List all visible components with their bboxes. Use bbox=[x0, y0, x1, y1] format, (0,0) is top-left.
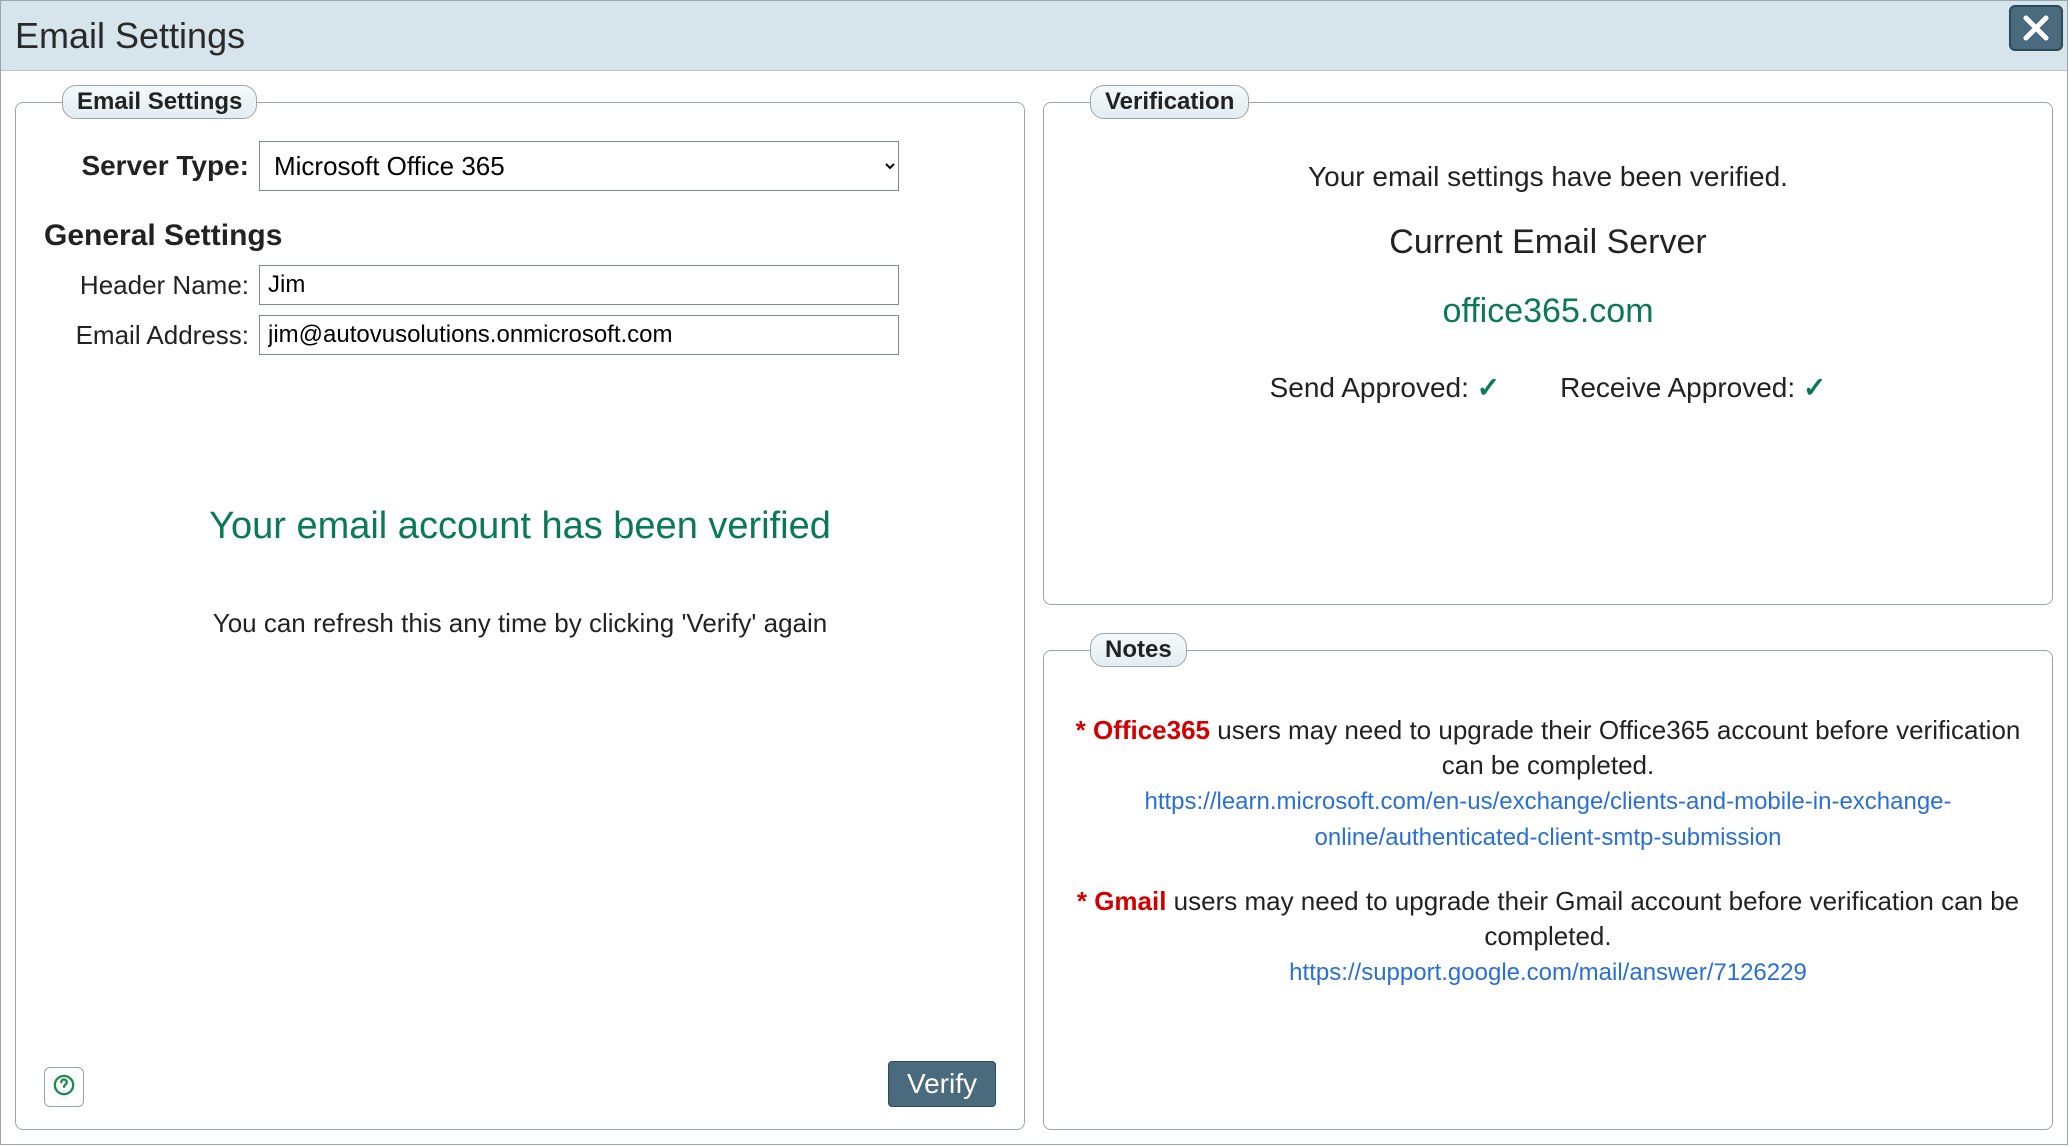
general-settings-heading: General Settings bbox=[44, 219, 996, 253]
note-gmail: * Gmail users may need to upgrade their … bbox=[1072, 884, 2024, 990]
server-type-select[interactable]: Microsoft Office 365 bbox=[259, 141, 899, 191]
note-link-office365[interactable]: https://learn.microsoft.com/en-us/exchan… bbox=[1144, 788, 1951, 850]
help-button[interactable] bbox=[44, 1067, 84, 1107]
verification-checks: Send Approved: ✓ Receive Approved: ✓ bbox=[1072, 371, 2024, 404]
email-settings-panel: Email Settings Server Type: Microsoft Of… bbox=[15, 85, 1025, 1130]
email-address-row: Email Address: bbox=[44, 315, 996, 355]
note-text: users may need to upgrade their Office36… bbox=[1210, 715, 2020, 780]
verification-panel: Verification Your email settings have be… bbox=[1043, 85, 2053, 605]
current-server-heading: Current Email Server bbox=[1072, 223, 2024, 262]
note-star: * bbox=[1077, 886, 1094, 916]
note-link-gmail[interactable]: https://support.google.com/mail/answer/7… bbox=[1289, 959, 1807, 986]
current-server-value: office365.com bbox=[1072, 292, 2024, 331]
email-settings-dialog: Email Settings Email Settings Server Typ… bbox=[0, 0, 2068, 1145]
header-name-row: Header Name: bbox=[44, 265, 996, 305]
titlebar: Email Settings bbox=[1, 1, 2067, 71]
server-type-row: Server Type: Microsoft Office 365 bbox=[44, 141, 996, 191]
check-icon: ✓ bbox=[1477, 372, 1500, 403]
receive-approved: Receive Approved: ✓ bbox=[1560, 371, 1826, 404]
server-type-label: Server Type: bbox=[44, 150, 259, 182]
note-office365: * Office365 users may need to upgrade th… bbox=[1072, 713, 2024, 854]
notes-legend: Notes bbox=[1090, 633, 1187, 667]
email-address-label: Email Address: bbox=[44, 320, 259, 351]
account-verified-message: Your email account has been verified bbox=[44, 505, 996, 548]
verification-legend: Verification bbox=[1090, 85, 1249, 119]
verify-button[interactable]: Verify bbox=[888, 1061, 996, 1107]
left-bottom-bar: Verify bbox=[44, 1051, 996, 1107]
email-address-input[interactable] bbox=[259, 315, 899, 355]
note-star: * bbox=[1076, 715, 1093, 745]
left-column: Email Settings Server Type: Microsoft Of… bbox=[15, 85, 1025, 1130]
dialog-body: Email Settings Server Type: Microsoft Of… bbox=[1, 71, 2067, 1144]
note-provider: Gmail bbox=[1094, 886, 1166, 916]
close-button[interactable] bbox=[2009, 5, 2063, 51]
account-verified-hint: You can refresh this any time by clickin… bbox=[44, 608, 996, 639]
notes-panel: Notes * Office365 users may need to upgr… bbox=[1043, 633, 2053, 1130]
verified-block: Your email account has been verified You… bbox=[44, 505, 996, 639]
verification-status-message: Your email settings have been verified. bbox=[1072, 161, 2024, 193]
note-text: users may need to upgrade their Gmail ac… bbox=[1166, 886, 2019, 951]
header-name-input[interactable] bbox=[259, 265, 899, 305]
header-name-label: Header Name: bbox=[44, 270, 259, 301]
right-column: Verification Your email settings have be… bbox=[1043, 85, 2053, 1130]
send-approved: Send Approved: ✓ bbox=[1270, 371, 1501, 404]
note-provider: Office365 bbox=[1093, 715, 1210, 745]
email-settings-legend: Email Settings bbox=[62, 85, 257, 119]
window-title: Email Settings bbox=[15, 15, 245, 57]
close-icon bbox=[2021, 13, 2051, 43]
help-icon bbox=[53, 1072, 75, 1103]
check-icon: ✓ bbox=[1803, 372, 1826, 403]
